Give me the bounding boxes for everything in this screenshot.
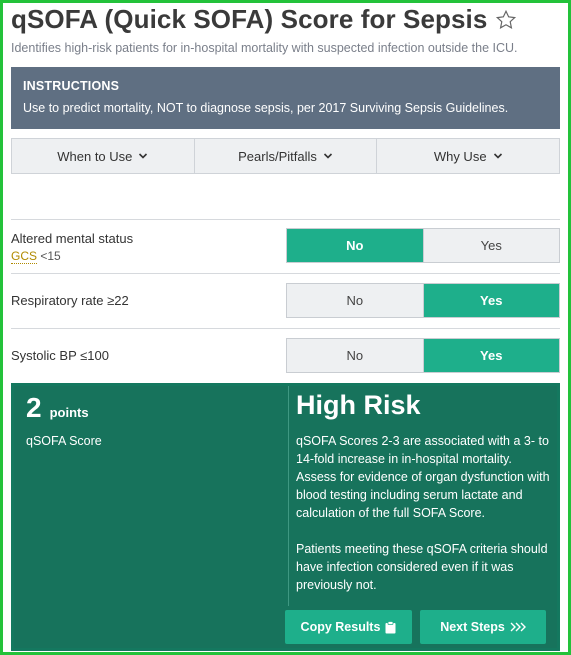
tab-pearls-pitfalls[interactable]: Pearls/Pitfalls bbox=[195, 139, 378, 173]
tab-label: Pearls/Pitfalls bbox=[238, 148, 317, 164]
criterion-sublabel: GCS <15 bbox=[11, 249, 61, 264]
toggle-systolic-bp: No Yes bbox=[286, 338, 560, 373]
option-yes[interactable]: Yes bbox=[423, 229, 559, 262]
result-inner: 2 points qSOFA Score High Risk qSOFA Sco… bbox=[14, 386, 557, 648]
toggle-altered-mental-status: No Yes bbox=[286, 228, 560, 263]
criterion-label: Systolic BP ≤100 bbox=[11, 348, 109, 363]
option-yes[interactable]: Yes bbox=[423, 284, 559, 317]
score-display: 2 points bbox=[26, 392, 89, 424]
info-tabs: When to Use Pearls/Pitfalls Why Use bbox=[11, 138, 560, 174]
criterion-label: Altered mental status bbox=[11, 231, 134, 246]
criterion-altered-mental-status: Altered mental status GCS <15 No Yes bbox=[11, 219, 560, 274]
instructions-body: Use to predict mortality, NOT to diagnos… bbox=[23, 101, 509, 115]
criterion-respiratory-rate: Respiratory rate ≥22 No Yes bbox=[11, 273, 560, 328]
result-divider bbox=[288, 386, 289, 606]
option-no[interactable]: No bbox=[287, 284, 424, 317]
gcs-link[interactable]: GCS bbox=[11, 249, 38, 264]
criterion-systolic-bp: Systolic BP ≤100 No Yes bbox=[11, 328, 560, 383]
score-value: 2 bbox=[26, 392, 42, 423]
tab-label: When to Use bbox=[57, 148, 133, 164]
result-panel: 2 points qSOFA Score High Risk qSOFA Sco… bbox=[11, 383, 560, 651]
tab-when-to-use[interactable]: When to Use bbox=[12, 139, 195, 173]
page-title: qSOFA (Quick SOFA) Score for Sepsis bbox=[11, 4, 488, 34]
result-description-2: Patients meeting these qSOFA criteria sh… bbox=[296, 542, 548, 592]
score-unit: points bbox=[49, 405, 89, 420]
copy-results-label: Copy Results bbox=[300, 620, 381, 634]
instructions-heading: INSTRUCTIONS bbox=[23, 79, 120, 93]
instructions-panel: INSTRUCTIONS Use to predict mortality, N… bbox=[11, 67, 560, 129]
chevron-down-icon bbox=[493, 153, 502, 159]
tab-why-use[interactable]: Why Use bbox=[377, 139, 559, 173]
option-no[interactable]: No bbox=[287, 339, 424, 372]
title-row: qSOFA (Quick SOFA) Score for Sepsis bbox=[11, 4, 517, 35]
tab-label: Why Use bbox=[433, 148, 487, 164]
criterion-label: Respiratory rate ≥22 bbox=[11, 293, 129, 308]
clipboard-icon bbox=[385, 620, 396, 633]
result-description: qSOFA Scores 2-3 are associated with a 3… bbox=[296, 432, 551, 594]
next-steps-label: Next Steps bbox=[440, 620, 505, 634]
star-icon[interactable] bbox=[495, 9, 517, 31]
score-label: qSOFA Score bbox=[26, 434, 102, 448]
option-no[interactable]: No bbox=[287, 229, 424, 262]
toggle-respiratory-rate: No Yes bbox=[286, 283, 560, 318]
risk-level: High Risk bbox=[296, 390, 421, 420]
triple-chevron-right-icon bbox=[510, 622, 526, 632]
chevron-down-icon bbox=[323, 153, 332, 159]
option-yes[interactable]: Yes bbox=[423, 339, 559, 372]
next-steps-button[interactable]: Next Steps bbox=[420, 610, 546, 644]
page-subtitle: Identifies high-risk patients for in-hos… bbox=[11, 41, 518, 55]
criterion-sublabel-rest: <15 bbox=[37, 249, 61, 263]
copy-results-button[interactable]: Copy Results bbox=[285, 610, 412, 644]
chevron-down-icon bbox=[139, 153, 148, 159]
result-description-1: qSOFA Scores 2-3 are associated with a 3… bbox=[296, 434, 550, 520]
